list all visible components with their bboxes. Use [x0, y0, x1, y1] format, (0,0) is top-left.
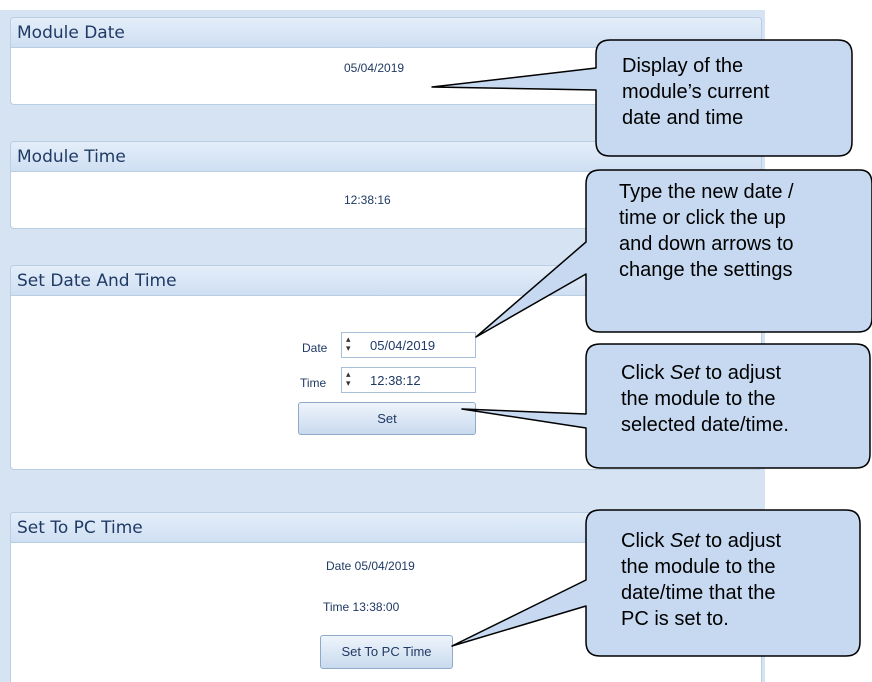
callout-type-text: Type the new date / time or click the up… — [619, 181, 794, 281]
callout-pc-text: Click Set to adjust the module to the da… — [621, 530, 782, 630]
callout-set-text: Click Set to adjust the module to the se… — [621, 362, 789, 436]
callout-display-text: Display of the module’s current date and… — [622, 55, 770, 129]
